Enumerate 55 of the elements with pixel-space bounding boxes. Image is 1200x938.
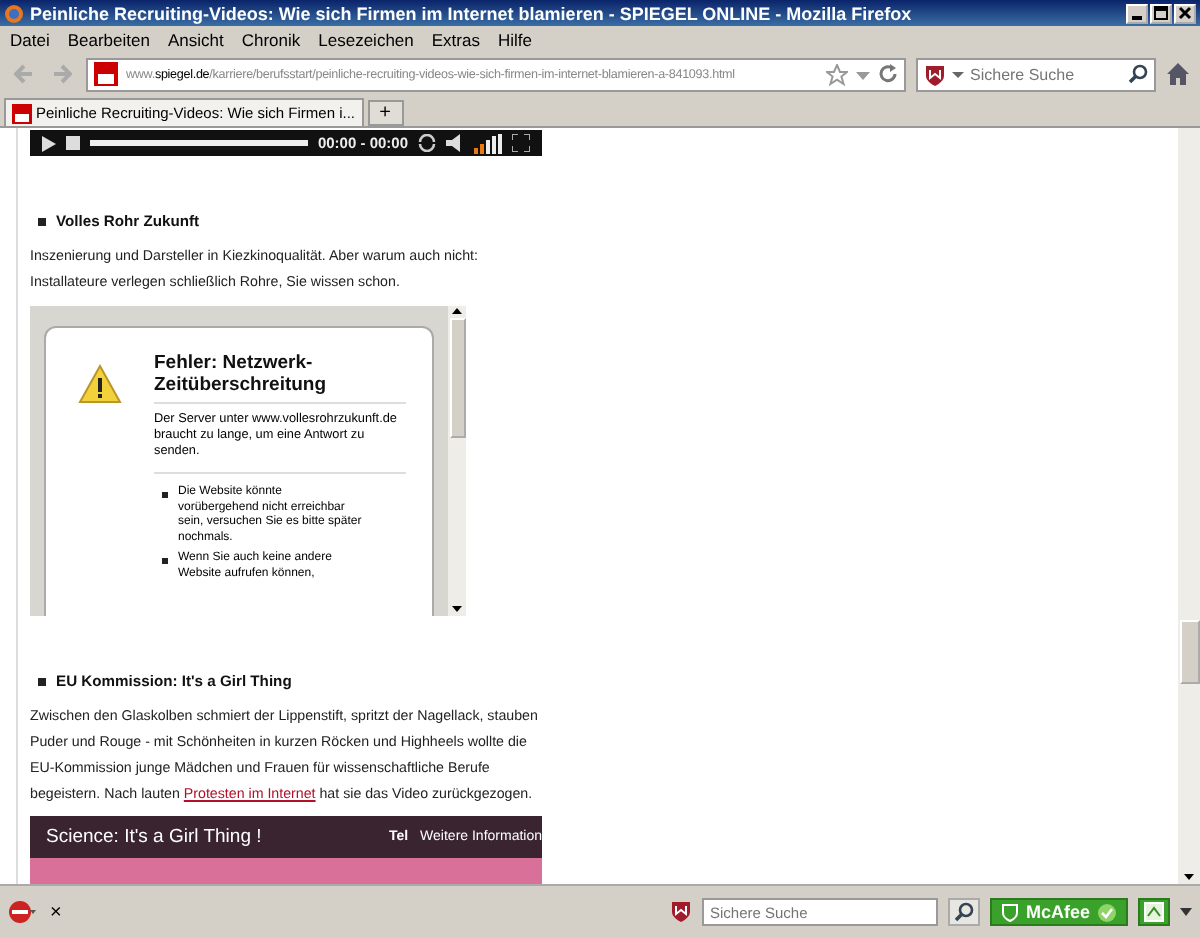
search-button[interactable] [947, 898, 980, 926]
error-title: Fehler: Netzwerk-Zeitüberschreitung [154, 352, 406, 404]
video-title: Science: It's a Girl Thing ! [46, 826, 264, 848]
dropdown-arrow-icon[interactable] [1180, 906, 1192, 918]
globe-icon [4, 3, 24, 23]
adblock-icon[interactable] [8, 900, 36, 924]
bullet-icon [162, 492, 168, 498]
menu-item[interactable]: Extras [431, 29, 480, 49]
scroll-thumb[interactable] [449, 318, 465, 438]
menu-item[interactable]: Datei [10, 29, 50, 49]
reload-icon[interactable] [878, 64, 898, 84]
maximize-icon [1154, 6, 1168, 20]
new-tab-button[interactable]: + [367, 100, 404, 126]
site-advisor-button[interactable] [1138, 898, 1170, 926]
menu-item[interactable]: Hilfe [497, 29, 532, 49]
left-arrow-icon [14, 64, 34, 84]
close-button[interactable]: × [46, 901, 66, 923]
site-logo-icon [12, 103, 32, 123]
bullet-icon [162, 558, 168, 564]
minimize-button[interactable] [1126, 3, 1148, 23]
close-button[interactable] [1174, 3, 1196, 23]
search-icon [1128, 64, 1148, 84]
progress-track[interactable] [90, 140, 308, 146]
search-icon [953, 902, 974, 922]
menu-item[interactable]: Bearbeiten [67, 29, 150, 49]
down-arrow-icon [1184, 874, 1194, 880]
search-bar[interactable]: Sichere Suche [916, 57, 1156, 91]
menu-item[interactable]: Ansicht [167, 29, 224, 49]
menu-item[interactable]: Lesezeichen [318, 29, 414, 49]
document-icon [1144, 902, 1164, 922]
play-icon[interactable] [42, 135, 56, 151]
bullet-icon [38, 677, 46, 685]
fullscreen-icon[interactable] [512, 134, 530, 152]
bullet-icon [38, 217, 46, 225]
right-arrow-icon [52, 64, 72, 84]
up-arrow-icon [452, 308, 462, 314]
page-scrollbar[interactable] [1178, 128, 1200, 884]
down-arrow-icon [452, 606, 462, 612]
warning-icon [78, 364, 122, 404]
menu-item[interactable]: Chronik [241, 29, 301, 49]
shield-icon [669, 900, 692, 924]
shield-icon [1001, 903, 1018, 921]
window-title: Peinliche Recruiting-Videos: Wie sich Firmen im Internet blamieren - SPIEGEL ONLINE - Mozilla Firefox [30, 3, 914, 23]
close-icon [1178, 6, 1192, 20]
loop-icon[interactable] [418, 134, 436, 152]
site-logo-icon [94, 62, 118, 86]
maximize-button[interactable] [1150, 3, 1172, 23]
speaker-icon[interactable] [446, 134, 464, 152]
star-icon[interactable] [826, 63, 848, 85]
scroll-thumb[interactable] [1179, 620, 1199, 684]
home-icon[interactable] [1166, 62, 1190, 86]
volume-bars-icon[interactable] [474, 133, 502, 153]
check-icon [1098, 903, 1116, 921]
shield-icon [924, 63, 946, 85]
frame-scrollbar[interactable] [448, 306, 466, 616]
